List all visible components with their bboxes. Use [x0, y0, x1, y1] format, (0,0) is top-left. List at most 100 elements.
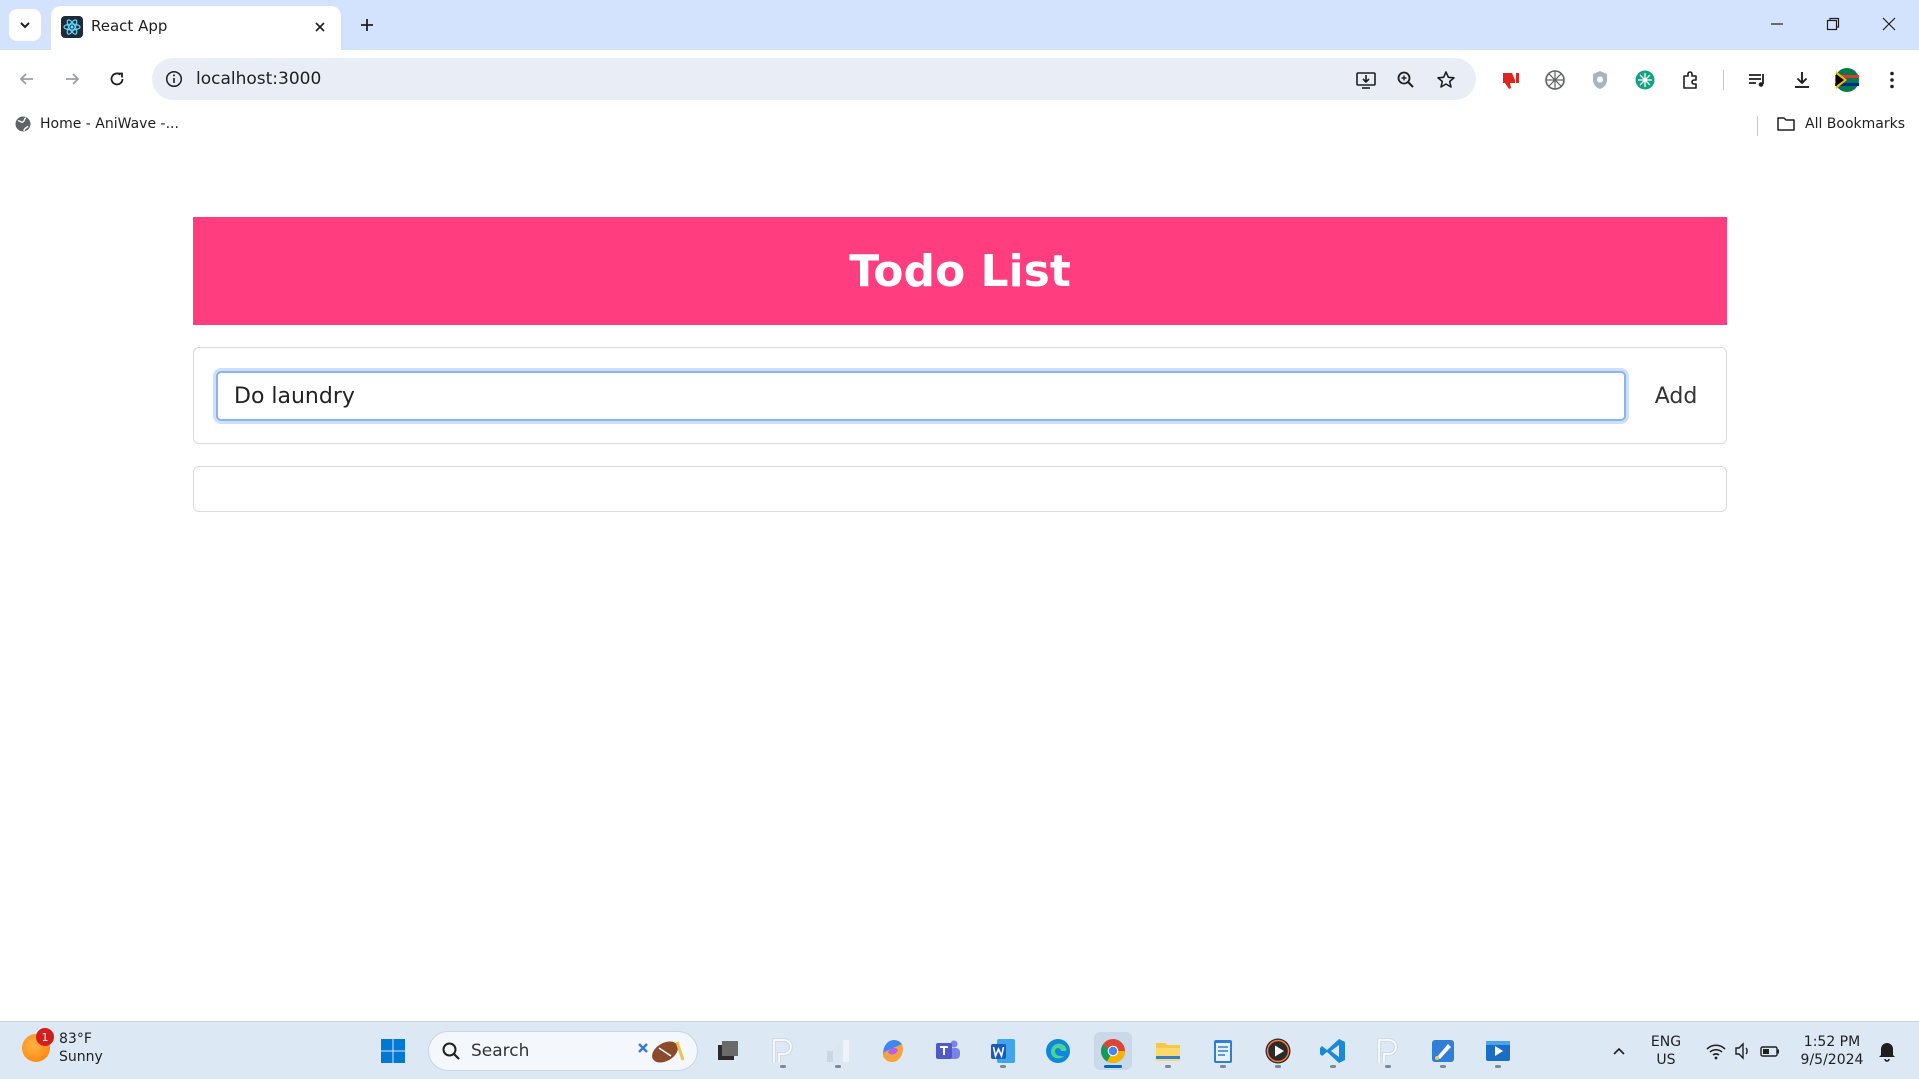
extension-openai-icon[interactable]	[1631, 66, 1659, 94]
restore-icon	[1826, 17, 1840, 31]
clock-time: 1:52 PM	[1803, 1034, 1861, 1050]
chevron-up-icon	[1613, 1047, 1625, 1055]
browser-toolbar: localhost:3000	[0, 50, 1919, 108]
browser-menu-icon[interactable]	[1878, 66, 1906, 94]
sun-icon: 1	[22, 1028, 54, 1062]
tab-close-button[interactable]	[307, 14, 333, 40]
new-tab-button[interactable]	[351, 9, 383, 41]
plus-icon	[361, 19, 373, 31]
pycharm-icon	[772, 1038, 793, 1063]
reload-icon	[110, 72, 124, 86]
arrow-left-icon	[19, 73, 33, 85]
video-icon	[1486, 1041, 1510, 1061]
all-bookmarks-button[interactable]: All Bookmarks	[1776, 115, 1905, 133]
url-text[interactable]: localhost:3000	[196, 69, 321, 89]
globe-icon	[15, 116, 31, 132]
tab-search-button[interactable]	[9, 9, 41, 41]
weather-desc: Sunny	[59, 1049, 103, 1065]
task-view-icon	[718, 1041, 738, 1060]
taskbar-app-edge[interactable]	[1039, 1032, 1077, 1070]
back-button[interactable]	[10, 62, 44, 96]
taskbar-app-pycharm[interactable]	[764, 1032, 802, 1070]
language-indicator[interactable]: ENG US	[1648, 1033, 1684, 1069]
paint-icon	[1432, 1040, 1454, 1062]
taskbar-app-copilot[interactable]	[874, 1032, 912, 1070]
bookmarks-bar: Home - AniWave -... All Bookmarks	[0, 108, 1919, 142]
tab-strip: React App	[0, 0, 1919, 50]
taskbar-app-video-editor[interactable]	[1479, 1032, 1517, 1070]
weather-temp: 83°F	[59, 1031, 92, 1047]
forward-button[interactable]	[55, 62, 89, 96]
extension-aperture-icon[interactable]	[1541, 66, 1569, 94]
copilot-icon	[883, 1040, 903, 1062]
address-bar[interactable]: localhost:3000	[152, 58, 1476, 100]
weather-widget[interactable]: 1 83°F Sunny	[22, 1028, 103, 1066]
folder-icon	[1777, 117, 1795, 131]
tray-overflow-button[interactable]	[1599, 1032, 1639, 1070]
teams-icon	[936, 1040, 960, 1059]
notifications-button[interactable]	[1872, 1032, 1902, 1070]
search-icon	[442, 1042, 460, 1060]
quick-settings-button[interactable]	[1697, 1032, 1789, 1070]
zoom-icon	[1397, 71, 1414, 88]
taskbar-app-notepad[interactable]	[1204, 1032, 1242, 1070]
chevron-down-icon	[20, 22, 30, 29]
restore-button[interactable]	[1811, 4, 1855, 44]
tab-title: React App	[91, 17, 168, 35]
todo-input[interactable]	[216, 371, 1626, 421]
task-view-button[interactable]	[709, 1032, 747, 1070]
todo-form: Add	[193, 347, 1727, 444]
close-window-button[interactable]	[1867, 4, 1911, 44]
bookmark-star-button[interactable]	[1432, 66, 1460, 94]
extension-dislike-icon[interactable]	[1496, 66, 1524, 94]
reload-button[interactable]	[100, 62, 134, 96]
taskbar-app-vscode[interactable]	[1314, 1032, 1352, 1070]
notepad-icon	[1214, 1040, 1232, 1063]
extension-shield-icon[interactable]	[1586, 66, 1614, 94]
word-icon	[991, 1039, 1015, 1063]
profile-avatar-icon[interactable]	[1833, 66, 1861, 94]
all-bookmarks-label: All Bookmarks	[1805, 116, 1906, 132]
search-label: Search	[471, 1041, 530, 1061]
clock-date: 9/5/2024	[1800, 1052, 1864, 1068]
chrome-icon	[1100, 1039, 1125, 1064]
tab-react-app[interactable]: React App	[51, 6, 341, 50]
star-icon	[1437, 71, 1455, 88]
extensions-puzzle-icon[interactable]	[1676, 66, 1704, 94]
clock[interactable]: 1:52 PM 9/5/2024	[1796, 1033, 1868, 1069]
taskbar-search[interactable]: Search	[428, 1031, 698, 1071]
taskbar-app-charts[interactable]	[819, 1032, 857, 1070]
downloads-icon[interactable]	[1788, 66, 1816, 94]
start-button[interactable]	[374, 1032, 412, 1070]
taskbar-app-paint[interactable]	[1424, 1032, 1462, 1070]
taskbar-app-media-player[interactable]	[1259, 1032, 1297, 1070]
wifi-icon	[1706, 1044, 1726, 1060]
bar-chart-icon	[827, 1040, 849, 1062]
install-app-button[interactable]	[1352, 66, 1380, 94]
taskbar-app-chrome[interactable]	[1094, 1032, 1132, 1070]
arrow-right-icon	[66, 73, 80, 85]
battery-icon	[1760, 1046, 1779, 1057]
add-button[interactable]: Add	[1640, 371, 1712, 421]
site-info-icon[interactable]	[162, 67, 186, 91]
taskbar-app-file-explorer[interactable]	[1149, 1032, 1187, 1070]
bookmarks-divider	[1757, 116, 1758, 136]
app-header: Todo List	[193, 217, 1727, 325]
bookmark-home-aniwave[interactable]: Home - AniWave -...	[14, 115, 179, 133]
play-icon	[1265, 1038, 1291, 1064]
taskbar-app-pycharm-2[interactable]	[1369, 1032, 1407, 1070]
minimize-icon	[1771, 23, 1783, 25]
taskbar: 1 83°F Sunny Search ENG US 1:52 PM 9/5/2…	[0, 1021, 1919, 1079]
zoom-button[interactable]	[1392, 66, 1420, 94]
volume-icon	[1735, 1042, 1748, 1060]
pycharm-icon	[1377, 1038, 1398, 1063]
taskbar-app-word[interactable]	[984, 1032, 1022, 1070]
edge-icon	[1046, 1039, 1070, 1063]
windows-icon	[381, 1039, 405, 1063]
minimize-button[interactable]	[1755, 4, 1799, 44]
taskbar-app-teams[interactable]	[929, 1032, 967, 1070]
media-controls-icon[interactable]	[1743, 66, 1771, 94]
search-highlight-icon	[638, 1041, 685, 1063]
todo-list	[193, 466, 1727, 512]
page-title: Todo List	[849, 245, 1071, 297]
